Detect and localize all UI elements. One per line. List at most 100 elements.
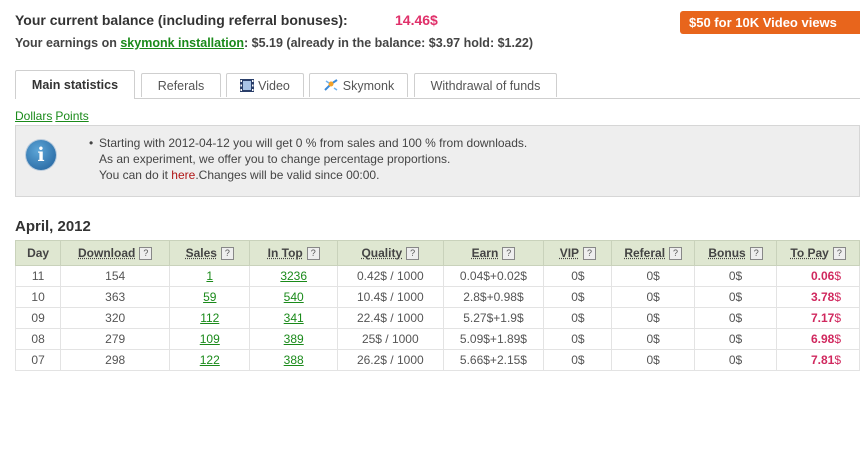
in-top-link[interactable]: 540 <box>284 290 304 304</box>
column-header-download[interactable]: Download? <box>60 240 171 266</box>
cell-quality: 26.2$ / 1000 <box>337 349 444 371</box>
earnings-suffix: : $5.19 (already in the balance: $3.97 h… <box>244 36 534 50</box>
cell-earn: 0.04$+0.02$ <box>442 265 545 287</box>
change-proportions-link[interactable]: here <box>171 168 195 182</box>
cell-in-top: 389 <box>249 328 339 350</box>
help-icon[interactable]: ? <box>669 247 683 260</box>
help-icon[interactable]: ? <box>583 247 597 260</box>
cell-bonus: 0$ <box>693 328 778 350</box>
points-link[interactable]: Points <box>55 109 88 123</box>
column-header-day: Day <box>14 240 62 266</box>
skymonk-icon <box>323 76 339 100</box>
cell-download: 298 <box>60 349 171 371</box>
cell-quality: 25$ / 1000 <box>337 328 444 350</box>
in-top-link[interactable]: 389 <box>284 332 304 346</box>
cell-day: 10 <box>14 286 62 308</box>
table-row: 11 154 1 3236 0.42$ / 1000 0.04$+0.02$ 0… <box>14 265 860 287</box>
tab-withdrawal[interactable]: Withdrawal of funds <box>414 73 557 97</box>
cell-vip: 0$ <box>543 349 613 371</box>
cell-sales: 122 <box>169 349 251 371</box>
sales-link[interactable]: 1 <box>206 269 213 283</box>
in-top-link[interactable]: 388 <box>284 353 304 367</box>
cell-bonus: 0$ <box>693 286 778 308</box>
cell-bonus: 0$ <box>693 349 778 371</box>
month-title: April, 2012 <box>15 218 91 235</box>
cell-quality: 22.4$ / 1000 <box>337 307 444 329</box>
cell-referal: 0$ <box>611 328 695 350</box>
column-header-bonus[interactable]: Bonus? <box>693 240 778 266</box>
tab-label: Main statistics <box>31 78 119 92</box>
tab-main-statistics[interactable]: Main statistics <box>15 70 135 99</box>
column-header-quality[interactable]: Quality? <box>337 240 444 266</box>
cell-in-top: 540 <box>249 286 339 308</box>
cell-bonus: 0$ <box>693 265 778 287</box>
unit-switch: Dollars Points <box>15 109 92 123</box>
tab-video[interactable]: Video <box>226 73 304 97</box>
dollars-link[interactable]: Dollars <box>15 109 52 123</box>
help-icon[interactable]: ? <box>502 247 516 260</box>
cell-earn: 5.66$+2.15$ <box>442 349 545 371</box>
film-icon <box>240 76 255 100</box>
cell-to-pay: 0.06$ <box>776 265 860 287</box>
tab-bar: Main statistics Referals Video Skymonk W… <box>15 70 860 99</box>
cell-to-pay: 7.17$ <box>776 307 860 329</box>
skymonk-installation-link[interactable]: skymonk installation <box>120 36 244 50</box>
column-header-sales[interactable]: Sales? <box>169 240 251 266</box>
cell-earn: 5.09$+1.89$ <box>442 328 545 350</box>
table-row: 07 298 122 388 26.2$ / 1000 5.66$+2.15$ … <box>14 349 860 371</box>
help-icon[interactable]: ? <box>139 247 153 260</box>
help-icon[interactable]: ? <box>406 247 420 260</box>
tab-label: Video <box>258 79 290 93</box>
notice-line-3-prefix: You can do it <box>99 168 168 182</box>
sales-link[interactable]: 109 <box>200 332 220 346</box>
earnings-line: Your earnings on skymonk installation: $… <box>15 36 533 50</box>
balance-value: 14.46$ <box>395 12 438 28</box>
cell-in-top: 388 <box>249 349 339 371</box>
cell-vip: 0$ <box>543 307 613 329</box>
cell-sales: 109 <box>169 328 251 350</box>
column-header-vip[interactable]: VIP? <box>543 240 613 266</box>
cell-vip: 0$ <box>543 328 613 350</box>
cell-download: 363 <box>60 286 171 308</box>
table-row: 10 363 59 540 10.4$ / 1000 2.8$+0.98$ 0$… <box>14 286 860 308</box>
help-icon[interactable]: ? <box>306 247 320 260</box>
earnings-prefix: Your earnings on <box>15 36 117 50</box>
cell-referal: 0$ <box>611 307 695 329</box>
notice-line-1: Starting with 2012-04-12 you will get 0 … <box>99 136 528 150</box>
help-icon[interactable]: ? <box>832 247 846 260</box>
cell-vip: 0$ <box>543 265 613 287</box>
column-header-referal[interactable]: Referal? <box>611 240 695 266</box>
help-icon[interactable]: ? <box>749 247 763 260</box>
column-header-to-pay[interactable]: To Pay? <box>776 240 860 266</box>
notice-text: • Starting with 2012-04-12 you will get … <box>89 136 528 183</box>
info-icon: i <box>26 140 56 170</box>
promo-button[interactable]: $50 for 10K Video views <box>680 11 860 34</box>
info-notice: i • Starting with 2012-04-12 you will ge… <box>15 125 860 197</box>
cell-sales: 1 <box>169 265 251 287</box>
tab-label: Skymonk <box>342 79 395 93</box>
cell-download: 320 <box>60 307 171 329</box>
cell-to-pay: 7.81$ <box>776 349 860 371</box>
cell-day: 08 <box>14 328 62 350</box>
sales-link[interactable]: 59 <box>203 290 216 304</box>
cell-download: 154 <box>60 265 171 287</box>
column-header-in-top[interactable]: In Top? <box>249 240 339 266</box>
cell-sales: 59 <box>169 286 251 308</box>
tab-label: Withdrawal of funds <box>430 79 541 93</box>
notice-line-3: You can do it here.Changes will be valid… <box>99 167 527 183</box>
cell-earn: 5.27$+1.9$ <box>442 307 545 329</box>
column-header-earn[interactable]: Earn? <box>442 240 545 266</box>
cell-to-pay: 3.78$ <box>776 286 860 308</box>
tab-referals[interactable]: Referals <box>141 73 221 97</box>
in-top-link[interactable]: 341 <box>284 311 304 325</box>
balance-label: Your current balance (including referral… <box>15 12 348 28</box>
table-row: 08 279 109 389 25$ / 1000 5.09$+1.89$ 0$… <box>14 328 860 350</box>
notice-line-2: As an experiment, we offer you to change… <box>99 152 451 166</box>
cell-in-top: 3236 <box>249 265 339 287</box>
table-header-row: Day Download? Sales? In Top? Quality? Ea… <box>14 240 860 266</box>
tab-skymonk[interactable]: Skymonk <box>309 73 408 97</box>
sales-link[interactable]: 122 <box>200 353 220 367</box>
sales-link[interactable]: 112 <box>200 311 219 325</box>
help-icon[interactable]: ? <box>220 247 234 260</box>
in-top-link[interactable]: 3236 <box>280 269 307 283</box>
